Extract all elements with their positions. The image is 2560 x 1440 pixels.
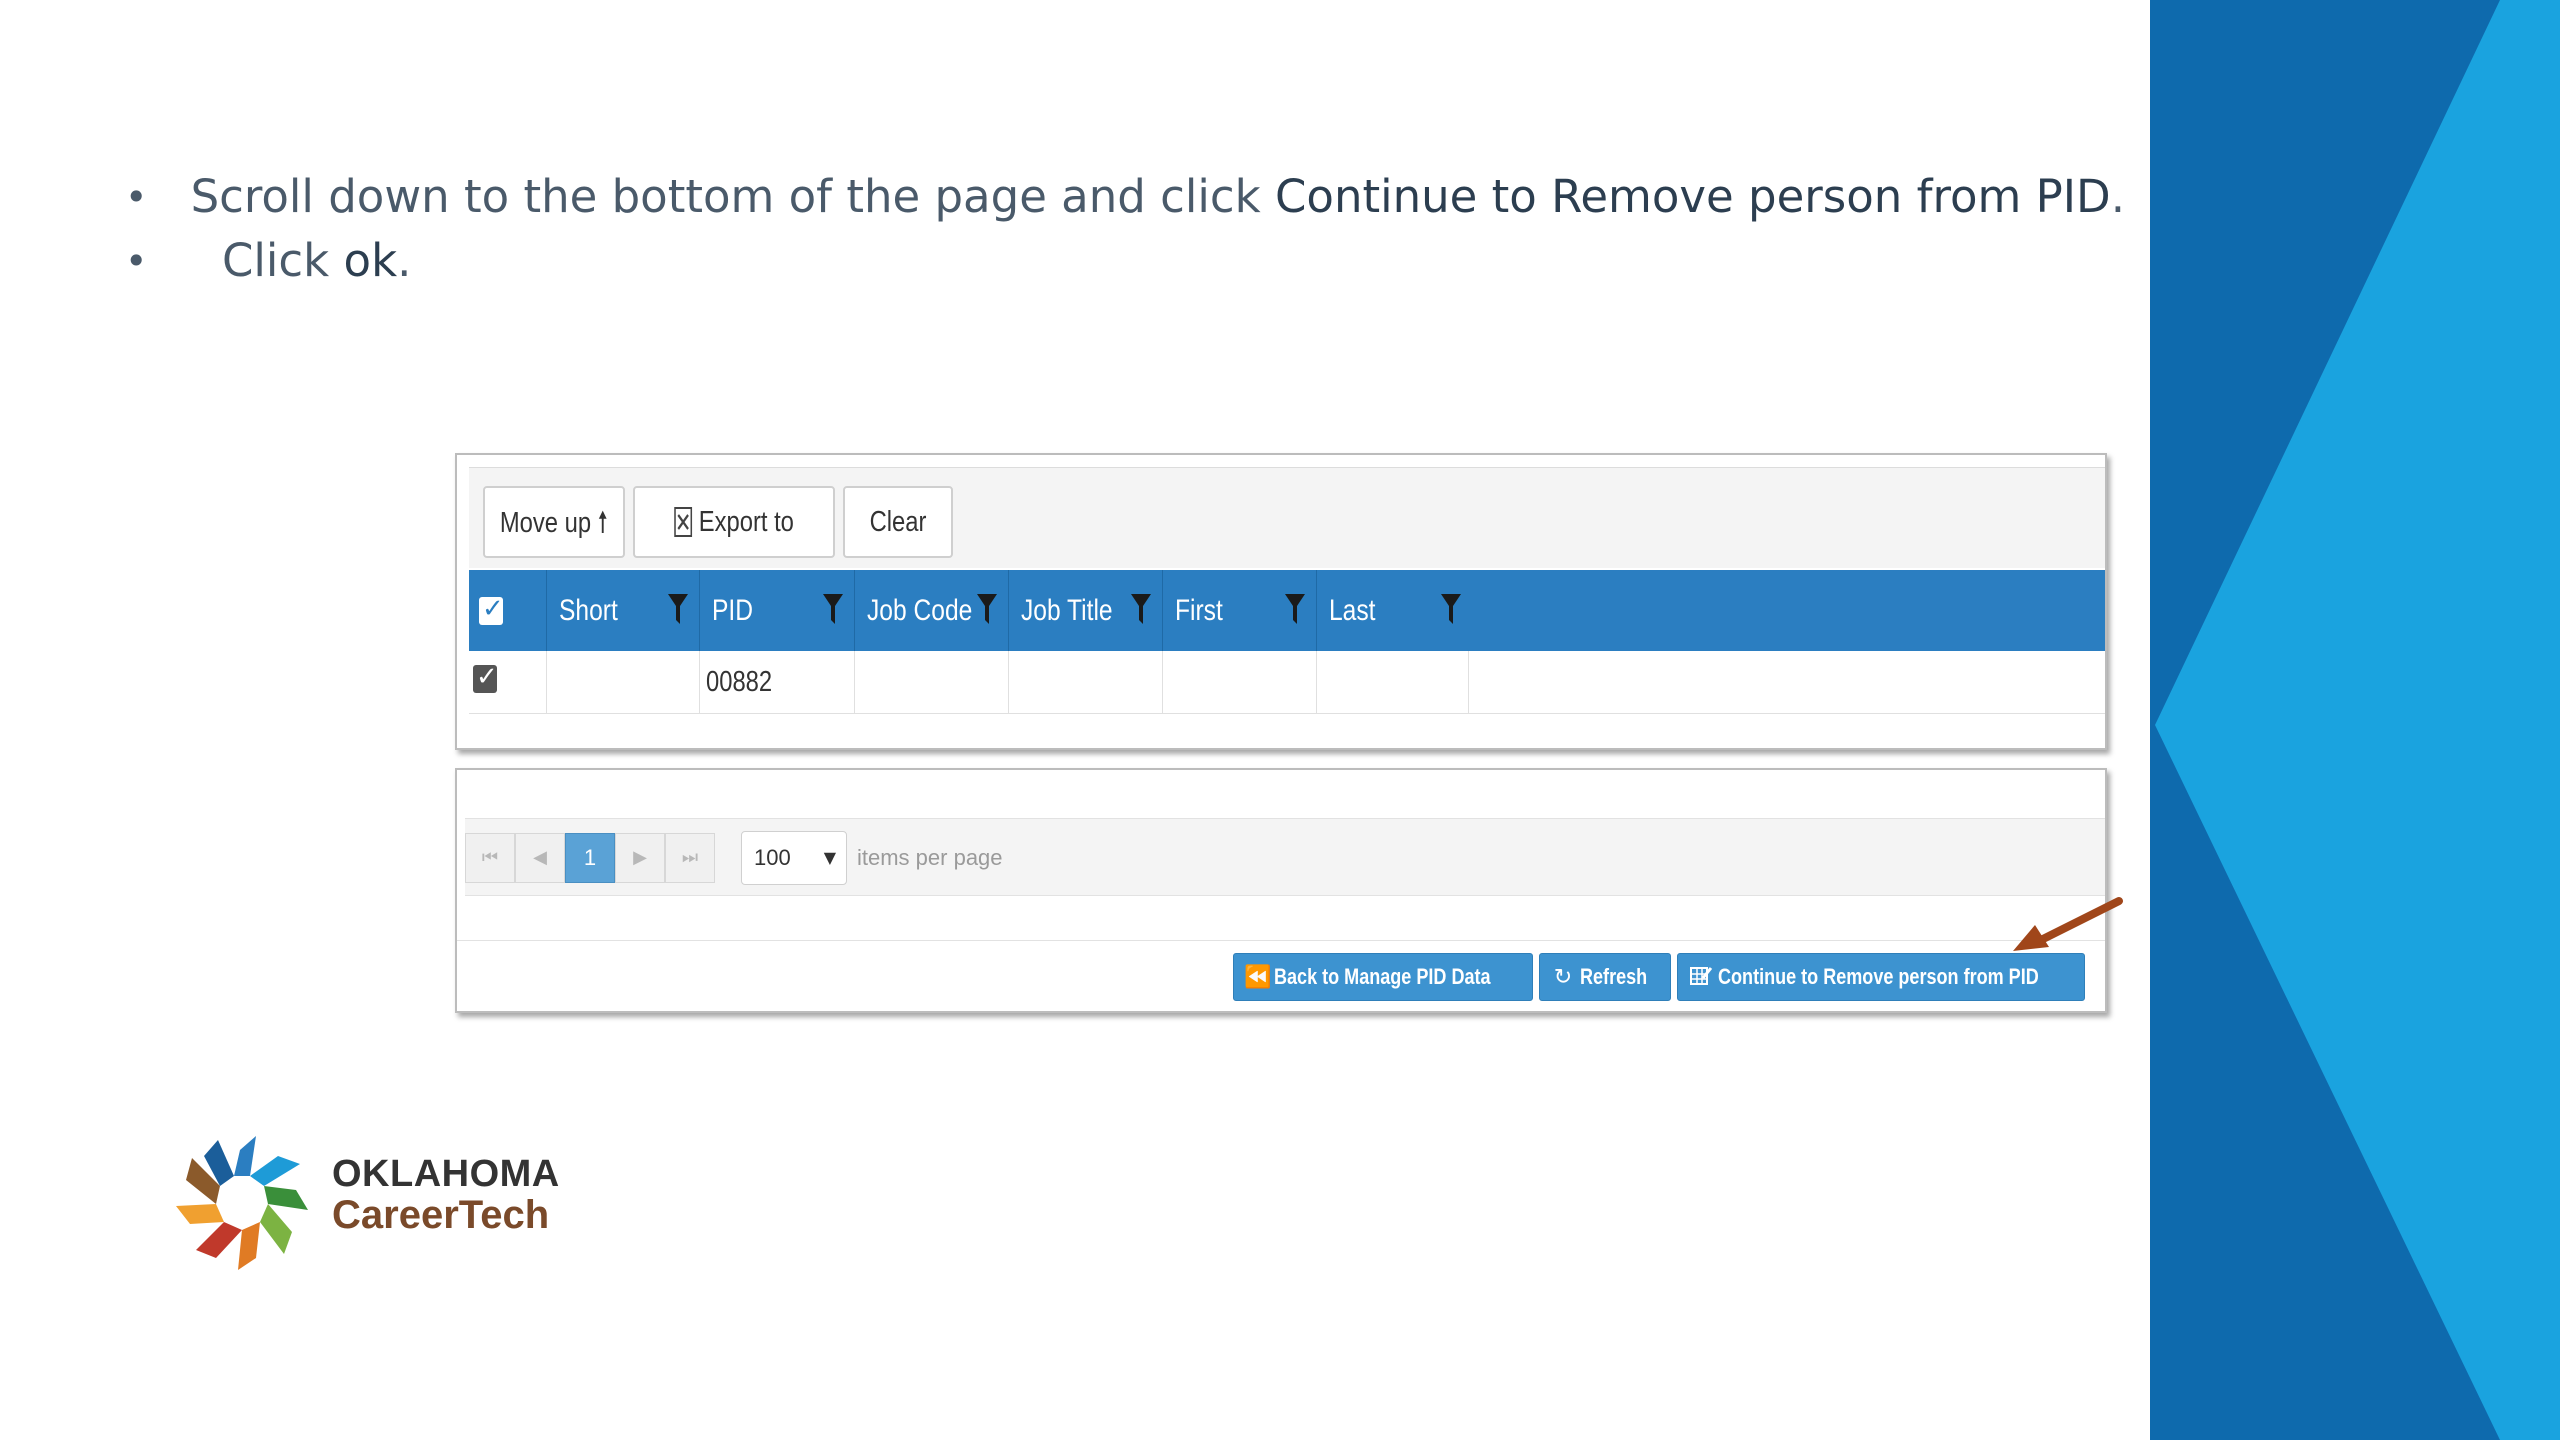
bullet: • bbox=[125, 175, 148, 219]
filter-icon[interactable] bbox=[667, 592, 689, 626]
next-page-button[interactable]: ▶ bbox=[615, 833, 665, 883]
logo-wordmark-line2: CareerTech bbox=[332, 1193, 550, 1237]
pointer-arrow bbox=[2013, 897, 2123, 951]
pager-action-panel: ⏮ ◀ 1 ▶ ⏭ 100 ▼ items per page ⏪ Back to … bbox=[455, 768, 2107, 1013]
excel-icon bbox=[674, 507, 693, 537]
rewind-icon: ⏪ bbox=[1244, 965, 1272, 990]
filter-icon[interactable] bbox=[1284, 592, 1306, 626]
cell-job-code bbox=[855, 651, 1009, 713]
prev-page-button[interactable]: ◀ bbox=[515, 833, 565, 883]
move-up-button[interactable]: Move up 🠕 bbox=[483, 486, 625, 558]
column-header-pid[interactable]: PID bbox=[700, 570, 855, 651]
filter-icon[interactable] bbox=[1440, 592, 1462, 626]
bullet: • bbox=[125, 239, 148, 283]
cell-pid: 00882 bbox=[700, 651, 855, 713]
filter-icon[interactable] bbox=[822, 592, 844, 626]
chevron-down-icon: ▼ bbox=[823, 848, 836, 867]
export-to-excel-button[interactable]: Export to Excel bbox=[633, 486, 835, 606]
instruction-emphasis: ok bbox=[343, 234, 398, 287]
back-to-manage-pid-button[interactable]: ⏪ Back to Manage PID Data bbox=[1233, 953, 1533, 1001]
instruction-list: • Scroll down to the bottom of the page … bbox=[125, 165, 2125, 293]
cell-last-name bbox=[1317, 651, 1469, 713]
column-header-last-name[interactable]: Last Name bbox=[1317, 570, 1472, 708]
refresh-icon: ↻ bbox=[1553, 965, 1573, 990]
filter-icon[interactable] bbox=[976, 592, 998, 626]
pid-grid-panel: Move up 🠕 Export to Excel Clear All Shor… bbox=[455, 453, 2107, 750]
table-row[interactable]: 00882 bbox=[469, 651, 2105, 714]
cell-short-name bbox=[547, 651, 700, 713]
first-page-button[interactable]: ⏮ bbox=[465, 833, 515, 883]
instruction-emphasis: Continue to Remove person from PID bbox=[1275, 170, 2111, 223]
filter-icon[interactable] bbox=[1130, 592, 1152, 626]
decorative-side-panel bbox=[2150, 0, 2560, 1440]
page-button-current[interactable]: 1 bbox=[565, 833, 615, 883]
column-header-job-code[interactable]: Job Code bbox=[855, 570, 1009, 651]
cell-first-name bbox=[1163, 651, 1317, 713]
clear-all-button[interactable]: Clear All bbox=[843, 486, 953, 606]
select-all-checkbox[interactable] bbox=[479, 592, 504, 626]
refresh-button[interactable]: ↻ Refresh bbox=[1539, 953, 1671, 1001]
cell-job-title bbox=[1009, 651, 1163, 713]
logo-wordmark-line1: OKLAHOMA bbox=[332, 1153, 560, 1195]
items-per-page-label: items per page bbox=[857, 845, 1003, 870]
row-checkbox[interactable] bbox=[473, 660, 498, 694]
pager: ⏮ ◀ 1 ▶ ⏭ 100 ▼ items per page bbox=[465, 818, 2105, 896]
select-all-header bbox=[469, 570, 547, 651]
row-select-cell bbox=[469, 651, 547, 713]
instruction-text: Scroll down to the bottom of the page an… bbox=[190, 170, 2125, 223]
page-size-select[interactable]: 100 ▼ bbox=[741, 831, 847, 885]
action-bar: ⏪ Back to Manage PID Data ↻ Refresh Contin… bbox=[457, 940, 2105, 1013]
edit-table-icon bbox=[1688, 955, 1714, 1001]
arrow-up-icon: 🠕 bbox=[597, 505, 609, 539]
last-page-button[interactable]: ⏭ bbox=[665, 833, 715, 883]
instruction-text: Click ok. bbox=[222, 234, 412, 287]
column-header-short-name[interactable]: Short Name bbox=[547, 570, 700, 708]
column-header-job-title[interactable]: Job Title bbox=[1009, 570, 1163, 651]
grid-header: Short Name PID Job Code Job Title First … bbox=[469, 570, 2105, 708]
instruction-item: • Click ok. bbox=[125, 229, 2125, 293]
instruction-item: • Scroll down to the bottom of the page … bbox=[125, 165, 2125, 229]
oklahoma-careertech-logo-icon bbox=[176, 1136, 308, 1270]
grid-toolbar: Move up 🠕 Export to Excel Clear All bbox=[469, 467, 2105, 606]
column-header-first-name[interactable]: First Name bbox=[1163, 570, 1317, 708]
continue-remove-person-button[interactable]: Continue to Remove person from PID bbox=[1677, 953, 2085, 1001]
